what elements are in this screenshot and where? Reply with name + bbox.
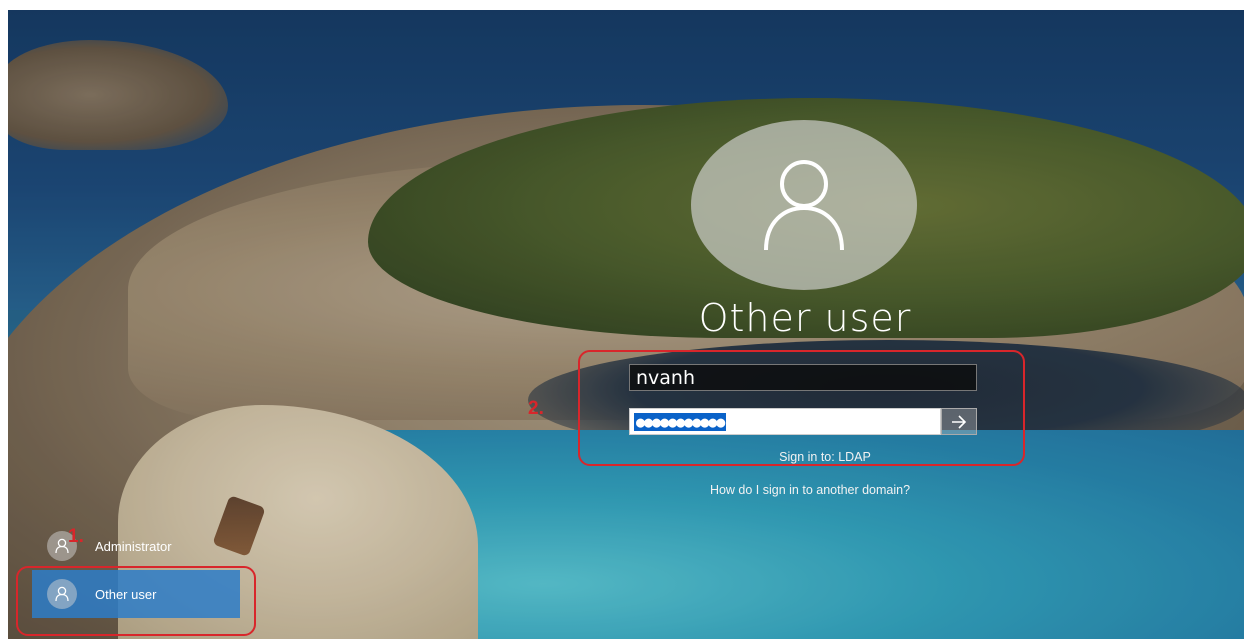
annotation-box-user: [16, 566, 256, 636]
user-display-name: Other user: [698, 296, 912, 340]
annotation-box-login: [578, 350, 1025, 466]
annotation-step-1: 1.: [68, 526, 84, 547]
user-tile-administrator[interactable]: Administrator: [32, 526, 240, 566]
user-avatar-large: [691, 120, 917, 290]
annotation-step-2: 2.: [528, 398, 544, 419]
other-domain-link[interactable]: How do I sign in to another domain?: [640, 483, 980, 497]
user-tile-label: Administrator: [95, 538, 172, 554]
user-icon: [764, 160, 844, 251]
